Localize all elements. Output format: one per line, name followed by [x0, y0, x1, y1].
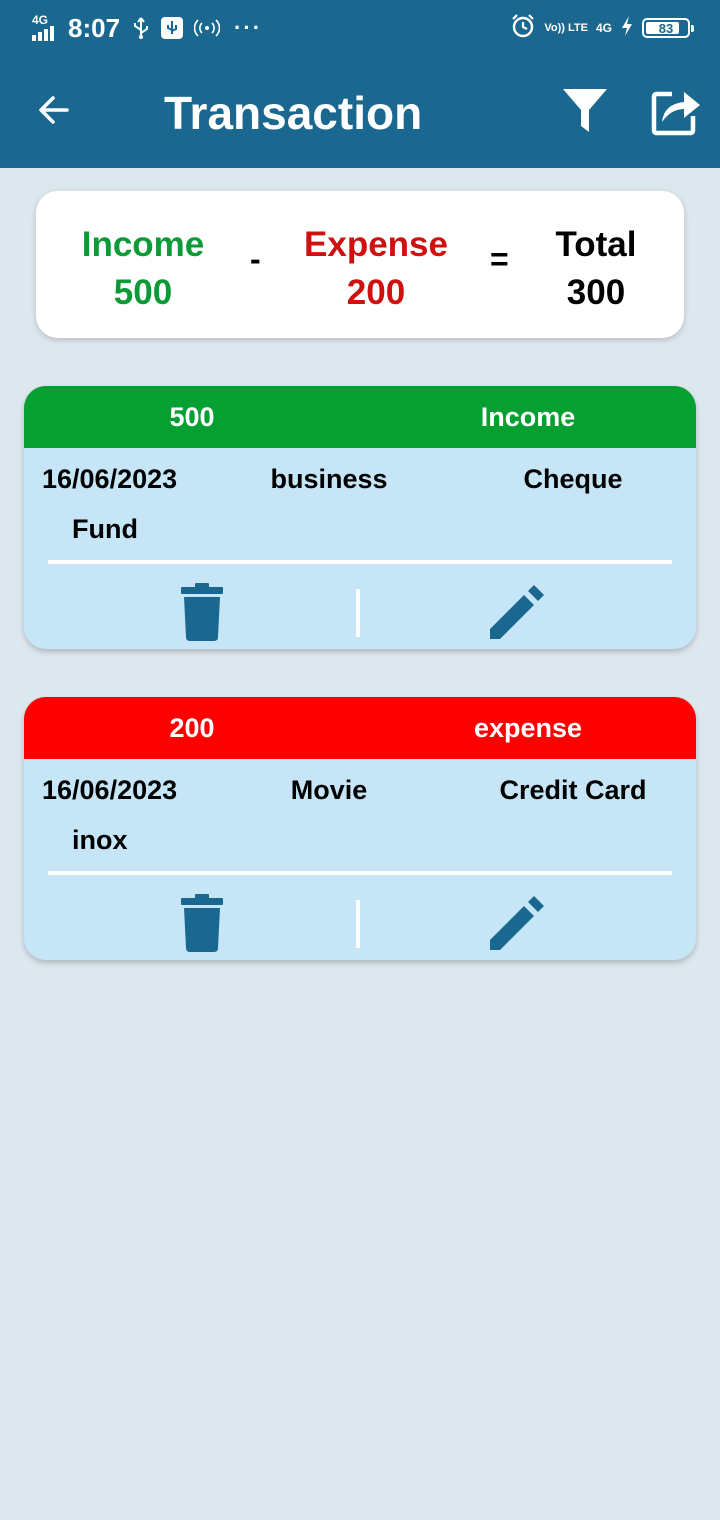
share-button[interactable] — [650, 86, 704, 138]
network-4g-indicator: 4G — [595, 21, 612, 35]
total-label: Total — [555, 225, 637, 264]
equals-sign: = — [490, 241, 509, 277]
minus-sign: - — [250, 241, 261, 277]
divider — [48, 871, 672, 875]
filter-button[interactable] — [560, 86, 612, 138]
expense-value: 200 — [346, 273, 406, 312]
edit-button[interactable] — [488, 896, 546, 952]
status-bar-left: 4G 8:07 ··· — [30, 10, 262, 46]
battery-percent: 83 — [658, 20, 674, 36]
transaction-type: Income — [480, 402, 576, 432]
status-bar: 4G 8:07 ··· Vo)) LTE 4G 83 — [0, 0, 720, 56]
transaction-date: 16/06/2023 — [42, 775, 178, 805]
expense-label: Expense — [304, 225, 448, 264]
app-bar: Transaction — [0, 56, 720, 168]
transaction-category: Movie — [290, 775, 368, 805]
trash-icon — [181, 894, 223, 952]
expense-summary: Expense 200 — [300, 221, 452, 317]
pencil-icon — [490, 585, 544, 639]
back-arrow-icon — [39, 96, 69, 124]
delete-button[interactable] — [178, 894, 226, 952]
status-time: 8:07 — [68, 12, 121, 43]
vertical-divider — [356, 589, 360, 637]
volte-indicator: Vo)) LTE — [544, 22, 588, 34]
delete-button[interactable] — [178, 583, 226, 641]
pencil-icon — [490, 896, 544, 950]
status-bar-right: Vo)) LTE 4G 83 — [510, 10, 694, 46]
summary-card: Income 500 - Expense 200 = Total 300 — [36, 191, 684, 338]
edit-button[interactable] — [488, 585, 546, 641]
vertical-divider — [356, 900, 360, 948]
page-title: Transaction — [164, 87, 423, 139]
usb-debug-icon — [160, 16, 184, 40]
more-dots-icon: ··· — [234, 15, 263, 40]
transaction-card[interactable]: 200 expense 16/06/2023 Movie Credit Card… — [24, 697, 696, 960]
hotspot-icon — [194, 18, 221, 38]
total-value: 300 — [566, 273, 626, 312]
filter-icon — [563, 89, 607, 132]
income-summary: Income 500 — [76, 221, 210, 317]
usb-icon — [132, 16, 150, 40]
transaction-card[interactable]: 500 Income 16/06/2023 business Cheque Fu… — [24, 386, 696, 649]
transaction-amount: 200 — [169, 713, 215, 743]
transaction-type: expense — [473, 713, 583, 743]
transaction-payment-mode: Cheque — [523, 464, 623, 494]
transaction-note: Fund — [72, 514, 138, 544]
income-label: Income — [81, 225, 205, 264]
charging-icon — [620, 15, 634, 42]
trash-icon — [181, 583, 223, 641]
transaction-payment-mode: Credit Card — [499, 775, 647, 805]
share-icon — [651, 91, 700, 136]
transaction-category: business — [270, 464, 388, 494]
cellular-signal-icon: 4G — [30, 13, 60, 43]
transaction-note: inox — [72, 825, 128, 855]
transaction-date: 16/06/2023 — [42, 464, 178, 494]
divider — [48, 560, 672, 564]
transaction-header: 500 Income — [24, 386, 696, 448]
transaction-amount: 500 — [169, 402, 215, 432]
back-button[interactable] — [28, 84, 80, 136]
battery-icon: 83 — [642, 18, 694, 38]
alarm-icon — [510, 13, 536, 44]
transaction-header: 200 expense — [24, 697, 696, 759]
income-value: 500 — [113, 273, 173, 312]
total-summary: Total 300 — [544, 221, 648, 317]
